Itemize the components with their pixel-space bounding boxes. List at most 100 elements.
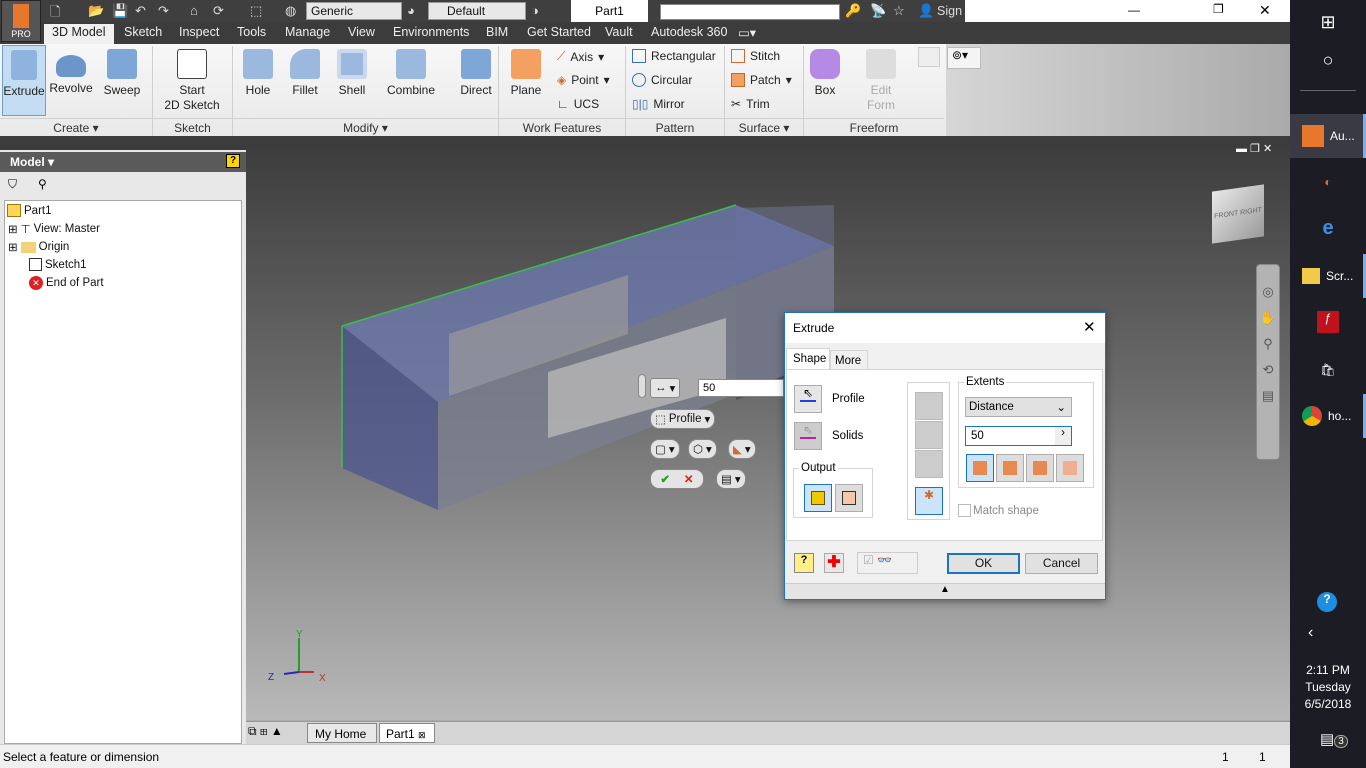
fillet-button[interactable]: Fillet [284, 45, 326, 98]
minitoolbar-distance-input[interactable] [698, 379, 784, 397]
direction-asymmetric-button[interactable] [1056, 454, 1084, 482]
close-tab-icon[interactable]: ⊠ [418, 730, 426, 740]
tab-get-started[interactable]: Get Started [527, 25, 591, 39]
mirror-button[interactable]: ▯|▯ Mirror [632, 97, 685, 111]
apply-icon[interactable]: ✔ [660, 472, 670, 486]
tab-bim[interactable]: BIM [486, 25, 508, 39]
redo-icon[interactable]: ↷ [158, 3, 169, 19]
tile-windows-icon[interactable]: ⧉ ⊞ ▲ [248, 724, 283, 739]
update-icon[interactable]: ⟳ [213, 3, 224, 19]
app-logo[interactable]: PRO [1, 0, 41, 42]
point-button[interactable]: ◈ Point ▾ [557, 73, 610, 87]
tree-item-end-of-part[interactable]: ✕ End of Part [29, 276, 104, 290]
tree-item-view-master[interactable]: ⊞ ⊤ View: Master [8, 222, 100, 236]
profile-selector[interactable]: ⬚ Profile ▾ [650, 409, 716, 429]
edit-form-button[interactable]: Edit Form [858, 45, 904, 113]
revolve-button[interactable]: Revolve [48, 45, 94, 96]
surface-output-button[interactable] [835, 484, 863, 512]
taskbar-item-inventor[interactable]: Au... [1290, 114, 1366, 158]
intersect-button[interactable] [915, 450, 943, 478]
tab-environments[interactable]: Environments [393, 25, 469, 39]
key-icon[interactable]: 🔑 [845, 3, 861, 19]
panel-toggle-icon[interactable]: ▭▾ [738, 25, 756, 40]
operation-dropdown[interactable]: ⬡ ▾ [688, 439, 717, 459]
show-hidden-icons[interactable]: ‹ [1308, 624, 1313, 642]
more-options-dropdown[interactable]: ▤ ▾ [716, 469, 746, 489]
sweep-button[interactable]: Sweep [100, 45, 144, 98]
orbit-icon[interactable]: ⟲ [1257, 357, 1279, 383]
cancel-icon[interactable]: ✕ [684, 472, 694, 486]
dialog-close-button[interactable]: ✕ [1083, 318, 1096, 336]
cortana-button[interactable]: ○ [1290, 38, 1366, 82]
save-icon[interactable]: 💾 [112, 3, 128, 19]
graphics-viewport[interactable]: ▬ ❐ ✕ FRONT RIGHT ◎✋⚲⟲▤ ↔▾ ⬚Profile▾ ▢▾ … [246, 138, 1290, 720]
viewport-window-controls[interactable]: ▬ ❐ ✕ [1236, 142, 1272, 155]
tab-inspect[interactable]: Inspect [179, 25, 219, 39]
steering-wheel-icon[interactable]: ◎ [1257, 279, 1279, 305]
browser-title[interactable]: Model [10, 155, 45, 169]
box-button[interactable]: Box [806, 45, 844, 98]
tree-item-origin[interactable]: ⊞ Origin [8, 240, 69, 254]
close-button[interactable]: ✕ [1259, 2, 1271, 19]
minitoolbar-handle[interactable] [638, 374, 646, 398]
tab-view[interactable]: View [348, 25, 375, 39]
help-search-input[interactable] [660, 4, 840, 20]
preview-toggle[interactable]: ☑ 👓 [857, 552, 918, 574]
trim-button[interactable]: ✂ Trim [731, 97, 770, 111]
tree-item-part1[interactable]: Part1 [7, 204, 52, 217]
tab-shape[interactable]: Shape [786, 348, 830, 370]
new-solid-button[interactable]: ✱ [915, 487, 943, 515]
doc-tab-my-home[interactable]: My Home [307, 723, 377, 743]
plane-button[interactable]: Plane [505, 45, 547, 98]
combine-button[interactable]: Combine [382, 45, 440, 98]
distance-mode-dropdown[interactable]: ↔ ▾ [650, 378, 681, 398]
color-wheel-icon[interactable]: ◕ [407, 3, 415, 18]
expand-icon[interactable]: ⊞ [8, 222, 18, 236]
open-icon[interactable]: 📂 [88, 3, 104, 19]
taskbar-item-edge[interactable]: e [1290, 206, 1366, 250]
axis-button[interactable]: ⟋ Axis ▾ [557, 49, 604, 64]
material-select[interactable]: Generic [306, 2, 402, 20]
taskbar-item-chrome[interactable]: ho... [1290, 394, 1366, 438]
viewcube-right[interactable]: RIGHT [1240, 207, 1262, 217]
taskbar-item-explorer[interactable]: Scr... [1290, 254, 1366, 298]
dialog-help-button[interactable]: ? [794, 553, 814, 573]
direction-default-button[interactable] [966, 454, 994, 482]
clock[interactable]: 2:11 PM Tuesday 6/5/2018 [1290, 662, 1366, 713]
cut-button[interactable] [915, 421, 943, 449]
direction-symmetric-button[interactable] [1026, 454, 1054, 482]
convert-icon[interactable] [918, 47, 940, 67]
tab-autodesk-360[interactable]: Autodesk 360 [651, 25, 727, 39]
ucs-button[interactable]: ∟ UCS [557, 97, 599, 111]
tab-sketch[interactable]: Sketch [124, 25, 162, 39]
panel-label-surface[interactable]: Surface ▾ [725, 118, 803, 136]
distance-field[interactable]: 50 › [965, 426, 1072, 446]
tree-item-sketch1[interactable]: Sketch1 [29, 258, 87, 271]
appearance-select[interactable]: Default [428, 2, 526, 20]
find-icon[interactable]: ⚲ [38, 177, 47, 191]
taskbar-item-flash[interactable]: ƒ [1290, 300, 1366, 344]
home-icon[interactable]: ⌂ [190, 3, 198, 18]
panel-label-create[interactable]: Create ▾ [0, 118, 152, 136]
taskbar-item-app[interactable]: ◐ [1290, 160, 1366, 204]
select-icon[interactable]: ⬚ [250, 3, 262, 19]
shell-button[interactable]: Shell [332, 45, 372, 98]
subscription-icon[interactable]: 📡 [870, 3, 886, 19]
direction-flipped-button[interactable] [996, 454, 1024, 482]
browser-help-icon[interactable]: ? [226, 154, 240, 168]
match-shape-checkbox[interactable] [958, 504, 971, 517]
collapse-dialog-button[interactable]: ▲ [785, 583, 1105, 599]
expand-icon[interactable]: ⊞ [8, 240, 18, 254]
direct-button[interactable]: Direct [454, 45, 498, 98]
zoom-icon[interactable]: ⚲ [1257, 331, 1279, 357]
output-dropdown[interactable]: ▢ ▾ [650, 439, 680, 459]
start-2d-sketch-button[interactable]: Start 2D Sketch [160, 45, 224, 113]
profile-select-button[interactable]: ⇖ [794, 385, 822, 413]
help-tray-icon[interactable]: ? [1317, 592, 1337, 612]
direction-dropdown[interactable]: ◣ ▾ [728, 439, 756, 459]
restore-button[interactable]: ❐ [1213, 2, 1224, 16]
navigation-bar[interactable]: ◎ ✋ ⚲ ⟲ ▤ [1256, 264, 1280, 460]
undo-icon[interactable]: ↶ [135, 3, 146, 19]
extrude-button[interactable]: Extrude [2, 45, 46, 116]
look-at-icon[interactable]: ▤ [1257, 383, 1279, 409]
